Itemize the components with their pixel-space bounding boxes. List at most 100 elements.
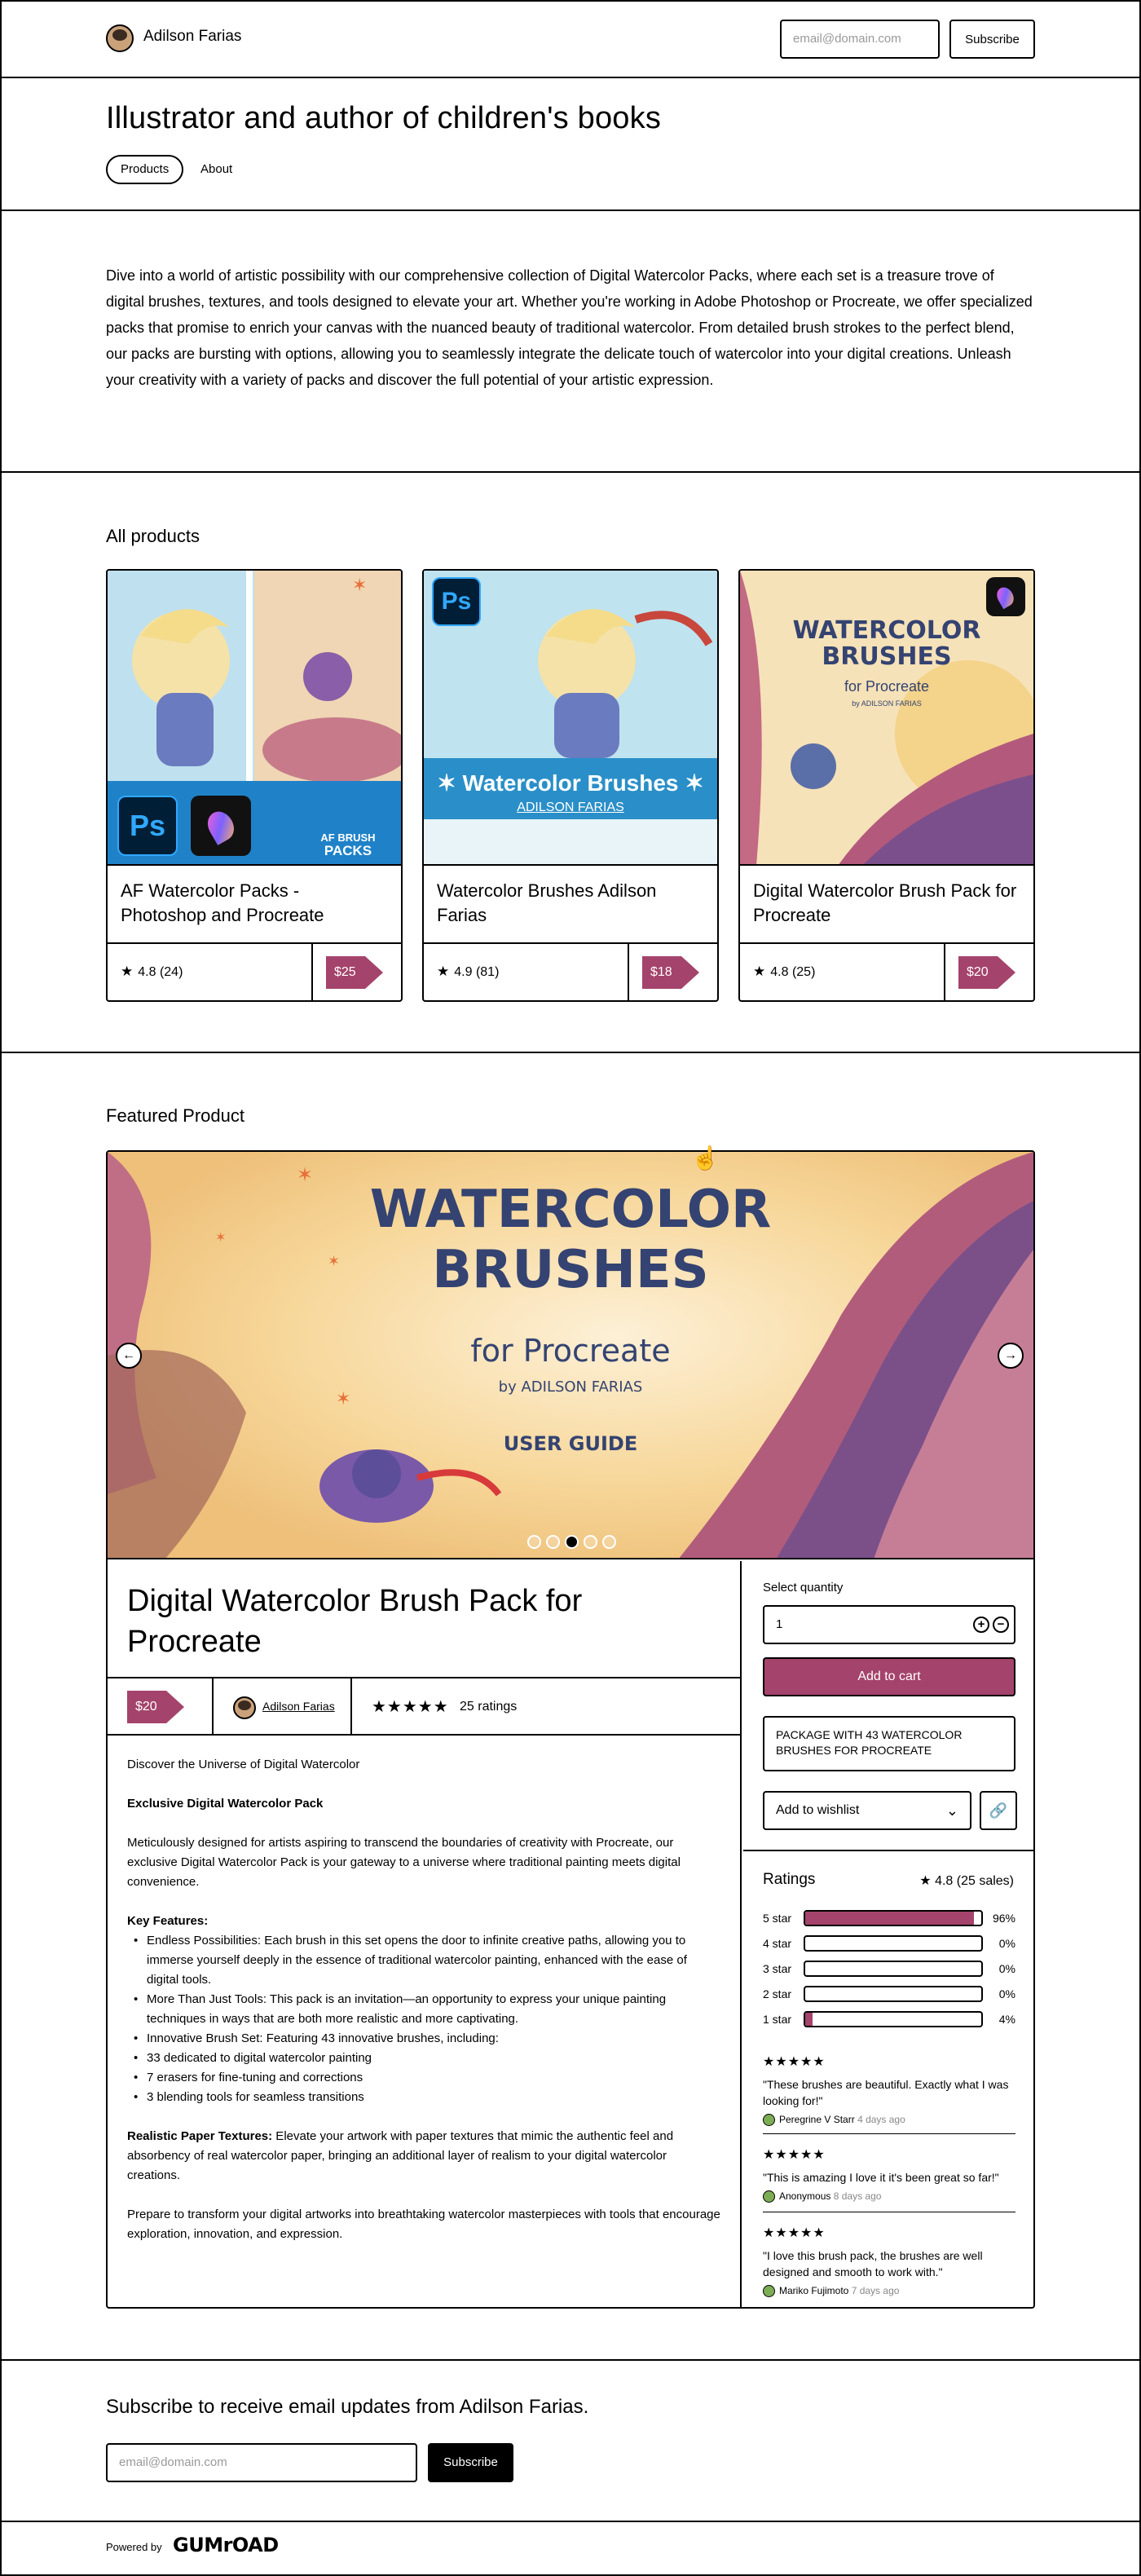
list-item: 3 blending tools for seamless transition… [127,2088,722,2107]
subscribe-button[interactable]: Subscribe [428,2443,513,2482]
review-stars: ★★★★★ [763,2148,826,2162]
carousel-dot[interactable] [602,1535,616,1549]
add-to-cart-button[interactable]: Add to cart [763,1657,1015,1696]
description-paragraph: Prepare to transform your digital artwor… [127,2208,720,2241]
review-time: 7 days ago [851,2285,900,2296]
description-heading: Exclusive Digital Watercolor Pack [127,1794,722,1814]
copy-link-button[interactable]: 🔗 [980,1791,1017,1830]
thumbnail-text: ADILSON FARIAS [517,801,624,814]
rating-value: 4.8 (24) [138,965,183,979]
rating-bar-label: 2 star [763,1987,792,2000]
price-cell: $18 [628,944,717,1000]
price-tag: $25 [326,956,383,989]
divider [0,77,1141,78]
product-title[interactable]: AF Watercolor Packs - Photoshop and Proc… [121,879,390,928]
quantity-label: Select quantity [763,1581,844,1595]
product-card[interactable]: WATERCOLOR BRUSHES for Procreate by ADIL… [738,569,1035,1002]
seller-cell: Adilson Farias [214,1678,352,1736]
chevron-down-icon: ⌄ [945,1802,958,1819]
review-text: "I love this brush pack, the brushes are… [763,2249,983,2278]
product-thumbnail[interactable]: Ps ✶ Watercolor Brushes ✶ ADILSON FARIAS [424,571,717,866]
rating-bar-track [804,1961,983,1977]
creator-avatar[interactable] [106,24,134,52]
description-paragraph: Meticulously designed for artists aspiri… [127,1836,681,1889]
description-paragraph: Discover the Universe of Digital Waterco… [127,1758,360,1771]
arrow-right-icon: → [1004,1348,1017,1362]
photoshop-icon: Ps [432,577,481,626]
star-icon: ★ [919,1874,936,1888]
product-card-footer: ★ 4.8 (25) $20 [740,942,1033,1000]
rating-bar-track [804,2011,983,2027]
rating-bar-row: 5 star 96% [763,1910,1015,1926]
gumroad-logo[interactable]: GUMrOAD [173,2534,279,2556]
product-card[interactable]: Ps ✶ Watercolor Brushes ✶ ADILSON FARIAS… [422,569,719,1002]
carousel-dot[interactable] [546,1535,560,1549]
package-note: PACKAGE WITH 43 WATERCOLOR BRUSHES FOR P… [763,1716,1015,1771]
arrow-left-icon: ← [122,1348,135,1362]
product-thumbnail[interactable]: WATERCOLOR BRUSHES for Procreate by ADIL… [740,571,1033,866]
all-products-title: All products [106,526,200,546]
quantity-stepper[interactable]: 1 + − [763,1605,1015,1644]
profile-headline: Illustrator and author of children's boo… [106,101,662,135]
reviewer-name: Anonymous [779,2190,831,2202]
rating-bar-track [804,1935,983,1952]
price-tag: $18 [642,956,699,989]
rating-bar-fill [805,1912,975,1925]
review-stars: ★★★★★ [763,2226,826,2240]
divider [0,2359,1141,2361]
product-card[interactable]: ✶ Ps AF BRUSH PACKS AF Watercolor Packs … [106,569,403,1002]
feature-list: Endless Possibilities: Each brush in thi… [127,1931,722,2049]
plus-icon[interactable]: + [973,1617,989,1633]
thumbnail-text-line: WATERCOLOR [792,616,981,645]
product-title[interactable]: Watercolor Brushes Adilson Farias [437,879,706,928]
creator-name[interactable]: Adilson Farias [143,28,241,46]
featured-carousel[interactable]: ✶ ✶ ✶ ✶ WATERCOLOR BRUSHES for Procreate… [108,1152,1033,1559]
quantity-value[interactable]: 1 [776,1617,782,1631]
thumbnail-text: WATERCOLOR BRUSHES [740,618,1033,670]
carousel-dot[interactable] [584,1535,597,1549]
carousel-prev-button[interactable]: ← [116,1343,142,1369]
product-description: Discover the Universe of Digital Waterco… [127,1755,722,2264]
product-card-footer: ★ 4.9 (81) $18 [424,942,717,1000]
subscribe-title: Subscribe to receive email updates from … [106,2396,589,2418]
divider [743,1850,1033,1851]
product-thumbnail[interactable]: ✶ Ps AF BRUSH PACKS [108,571,401,866]
rating-value: 4.9 (81) [454,965,500,979]
tab-products[interactable]: Products [106,155,184,184]
minus-icon[interactable]: − [993,1617,1009,1633]
product-rating: ★ 4.9 (81) [437,964,499,980]
reviewer-name: Peregrine V Starr [779,2114,855,2125]
featured-product-name: Digital Watercolor Brush Pack for Procre… [127,1584,583,1659]
review-text: "This is amazing I love it it's been gre… [763,2171,999,2184]
review-meta: Anonymous 8 days ago [763,2190,1015,2203]
featured-title: Featured Product [106,1105,244,1126]
product-title[interactable]: Digital Watercolor Brush Pack for Procre… [753,879,1022,928]
divider [763,2133,1015,2134]
review-item: ★★★★★ "I love this brush pack, the brushe… [763,2225,1015,2297]
paper-label: Realistic Paper Textures: [127,2129,273,2143]
review-meta: Peregrine V Starr 4 days ago [763,2114,1015,2126]
purchase-panel: Select quantity 1 + − Add to cart PACKAG… [743,1561,1033,2307]
seller-link[interactable]: Adilson Farias [262,1700,335,1713]
intro-text: Dive into a world of artistic possibilit… [106,267,1033,388]
subscribe-email-input[interactable]: email@domain.com [106,2443,417,2482]
rating-bar-track [804,1986,983,2002]
list-item-text: Innovative Brush Set: Featuring 43 innov… [147,2031,499,2045]
tab-about[interactable]: About [200,162,232,176]
carousel-dot[interactable] [527,1535,541,1549]
list-item: 33 dedicated to digital watercolor paint… [127,2049,722,2068]
carousel-next-button[interactable]: → [998,1343,1024,1369]
divider [0,1052,1141,1053]
header-subscribe-button[interactable]: Subscribe [949,20,1035,59]
rating-bar-percent: 0% [998,1962,1015,1975]
wishlist-select[interactable]: Add to wishlist ⌄ [763,1791,971,1830]
hero-heading-line: WATERCOLOR [369,1180,772,1240]
thumbnail-text-line: BRUSHES [822,642,952,671]
ratings-average-value: 4.8 (25 sales) [935,1874,1014,1888]
carousel-dot[interactable] [565,1535,579,1549]
rating-bar-label: 1 star [763,2013,792,2026]
header-email-input[interactable]: email@domain.com [780,20,940,59]
review-meta: Mariko Fujimoto 7 days ago [763,2285,1015,2297]
rating-bar-label: 4 star [763,1937,792,1950]
hand-cursor-icon: ☝ [691,1145,720,1171]
